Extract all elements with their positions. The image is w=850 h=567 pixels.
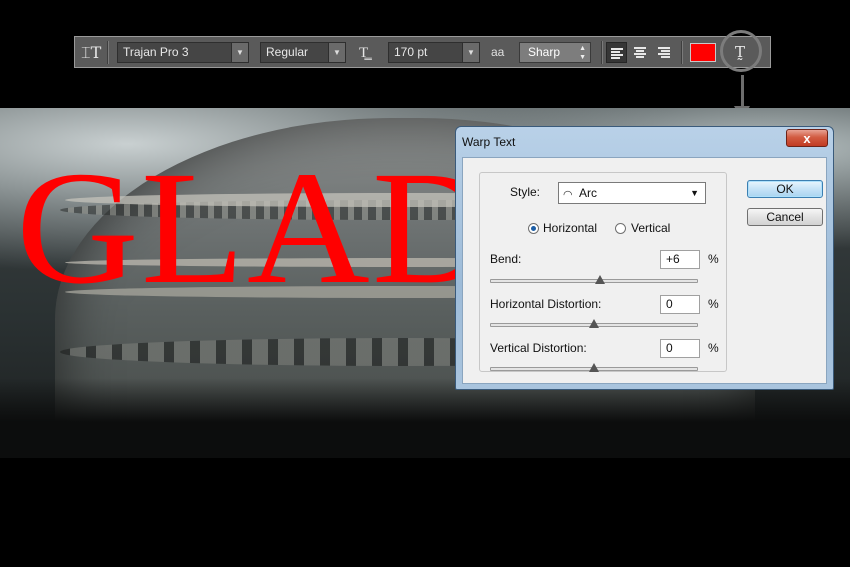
bend-unit: % xyxy=(708,252,719,266)
vertical-distortion-slider-thumb[interactable] xyxy=(589,363,599,372)
font-size-value: 170 pt xyxy=(394,45,428,59)
antialias-dropdown[interactable]: Sharp ▲ ▼ xyxy=(519,42,591,63)
arc-icon: ◠ xyxy=(563,189,573,201)
align-left-button[interactable] xyxy=(606,42,627,63)
horizontal-distortion-input[interactable]: 0 xyxy=(660,295,700,314)
type-options-bar: ⌶T Trajan Pro 3 ▼ Regular ▼ T͇ 170 pt ▼ … xyxy=(74,36,771,68)
separator xyxy=(681,41,683,64)
warp-text-dialog: Warp Text x Style: ◠ Arc ▼ Horizontal Ve… xyxy=(455,126,834,390)
align-center-button[interactable] xyxy=(630,42,651,63)
bend-label: Bend: xyxy=(490,252,522,266)
updown-icon: ▲ ▼ xyxy=(579,45,586,61)
warp-settings-group: Style: ◠ Arc ▼ Horizontal Vertical Bend:… xyxy=(479,172,727,372)
bend-slider[interactable] xyxy=(490,279,698,283)
chevron-down-icon: ▼ xyxy=(328,43,345,62)
chevron-down-icon: ▼ xyxy=(462,43,479,62)
close-button[interactable]: x xyxy=(786,129,828,147)
horizontal-distortion-label: Horizontal Distortion: xyxy=(490,297,602,311)
bend-input[interactable]: +6 xyxy=(660,250,700,269)
pointer-arrow xyxy=(741,75,744,109)
canvas-text-layer[interactable]: GLAD xyxy=(16,148,497,310)
text-color-swatch[interactable] xyxy=(690,43,716,62)
chevron-down-icon: ▼ xyxy=(231,43,248,62)
style-label: Style: xyxy=(510,185,541,199)
dialog-title: Warp Text xyxy=(462,135,516,149)
align-right-button[interactable] xyxy=(654,42,675,63)
horizontal-type-tool-icon[interactable]: ⌶T xyxy=(81,42,101,63)
shadow xyxy=(0,378,850,458)
horizontal-label[interactable]: Horizontal xyxy=(543,221,597,235)
antialias-value: Sharp xyxy=(528,45,561,59)
font-style-dropdown[interactable]: Regular ▼ xyxy=(260,42,346,63)
horizontal-radio[interactable] xyxy=(528,223,539,234)
vertical-distortion-label: Vertical Distortion: xyxy=(490,341,587,355)
antialias-icon: aa xyxy=(491,45,505,59)
horizontal-distortion-slider-thumb[interactable] xyxy=(589,319,599,328)
highlight-circle xyxy=(720,30,762,72)
style-value: Arc xyxy=(579,186,597,200)
font-style-value: Regular xyxy=(266,45,309,59)
separator xyxy=(107,41,109,64)
bend-slider-thumb[interactable] xyxy=(595,275,606,284)
vertical-distortion-input[interactable]: 0 xyxy=(660,339,700,358)
vertical-label[interactable]: Vertical xyxy=(631,221,670,235)
font-size-icon: T͇ xyxy=(359,43,369,61)
cancel-button[interactable]: Cancel xyxy=(747,208,823,226)
horizontal-distortion-unit: % xyxy=(708,297,719,311)
font-family-dropdown[interactable]: Trajan Pro 3 ▼ xyxy=(117,42,249,63)
chevron-down-icon: ▼ xyxy=(690,188,699,198)
ok-button[interactable]: OK xyxy=(747,180,823,198)
font-family-value: Trajan Pro 3 xyxy=(123,45,189,59)
separator xyxy=(601,41,603,64)
vertical-radio[interactable] xyxy=(615,223,626,234)
vertical-distortion-unit: % xyxy=(708,341,719,355)
font-size-dropdown[interactable]: 170 pt ▼ xyxy=(388,42,480,63)
dialog-body: Style: ◠ Arc ▼ Horizontal Vertical Bend:… xyxy=(462,157,827,384)
style-dropdown[interactable]: ◠ Arc ▼ xyxy=(558,182,706,204)
